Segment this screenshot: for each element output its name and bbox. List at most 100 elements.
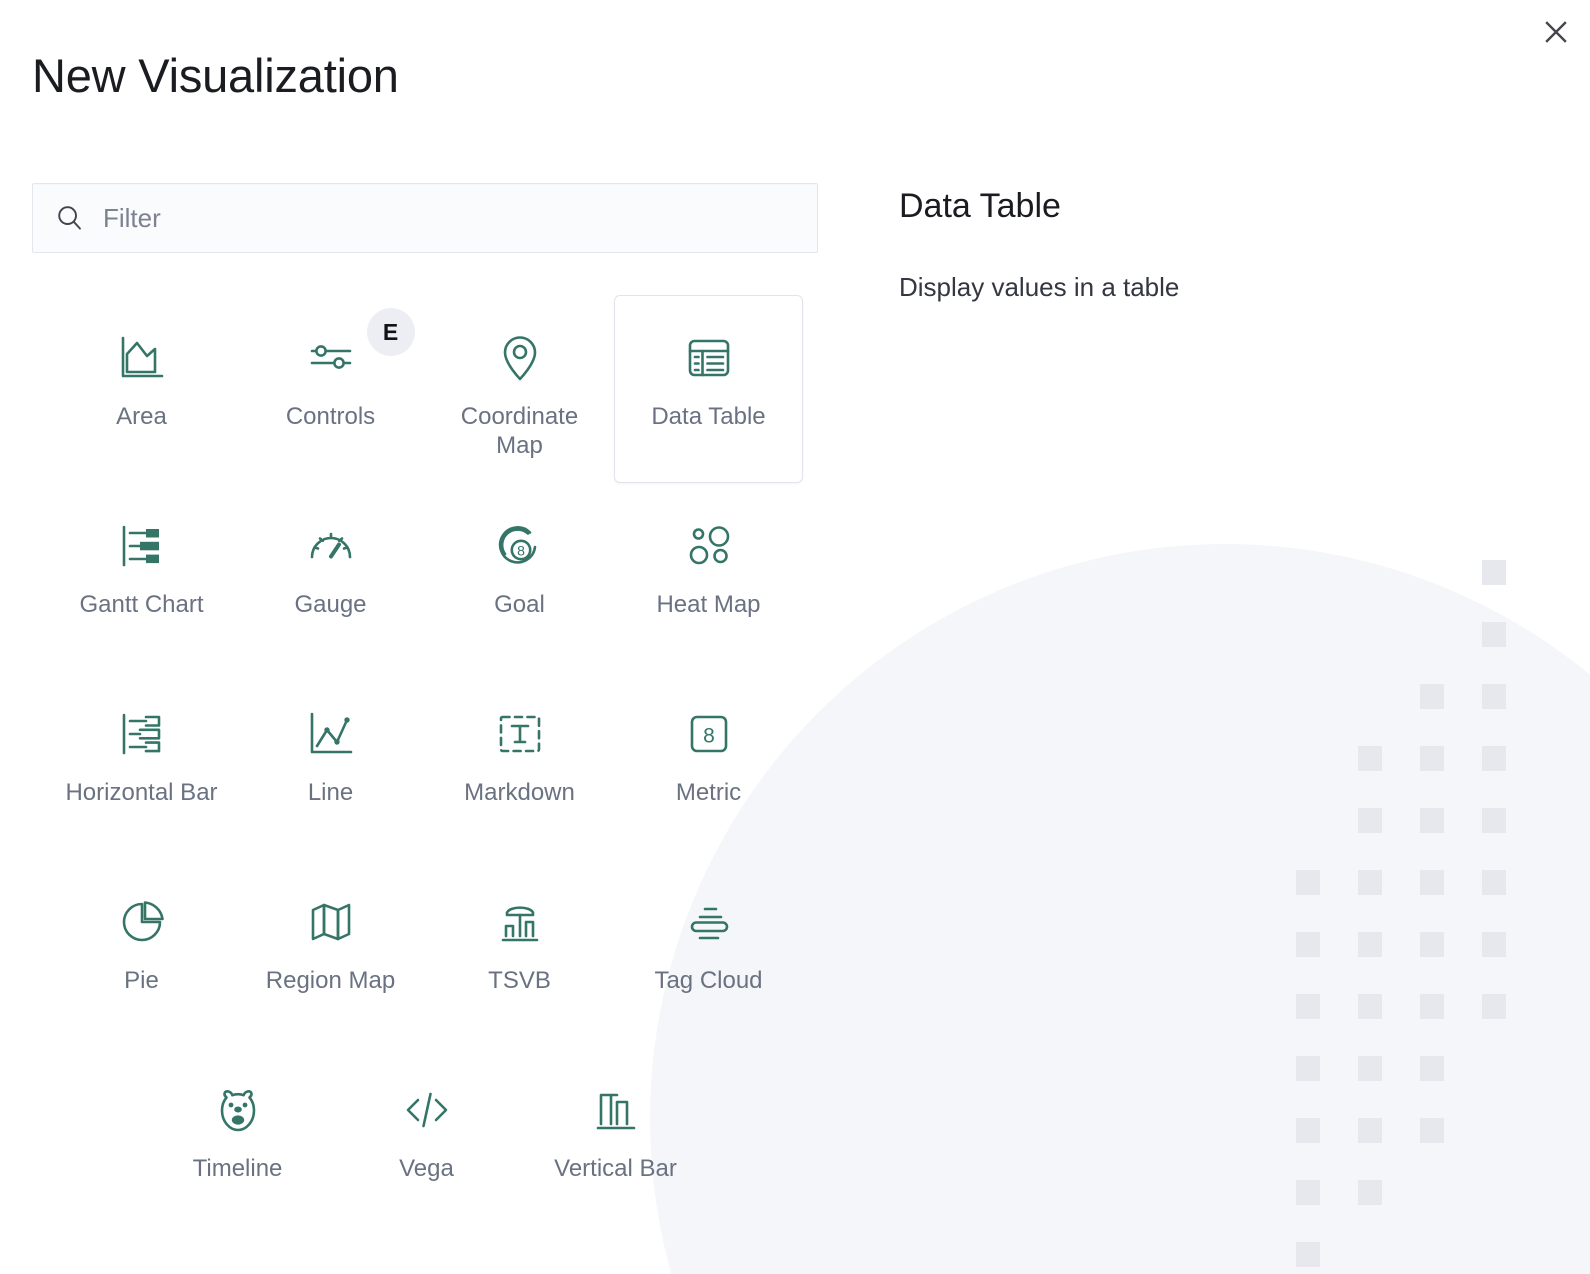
visualization-type-label: Pie <box>124 967 159 994</box>
decorative-square <box>1358 1180 1382 1205</box>
decorative-square <box>1358 1056 1382 1081</box>
sliders-icon: E <box>305 308 415 386</box>
decorative-square <box>1358 932 1382 957</box>
vertical-bar-icon <box>590 1082 642 1138</box>
tsvb-icon <box>494 894 546 950</box>
visualization-type-horizontal-bar[interactable]: Horizontal Bar <box>47 671 236 859</box>
search-input-wrapper[interactable] <box>32 183 818 253</box>
decorative-square <box>1420 1180 1444 1205</box>
decorative-square <box>1296 560 1320 585</box>
visualization-type-label: Goal <box>494 591 545 618</box>
visualization-type-vertical-bar[interactable]: Vertical Bar <box>521 1047 710 1235</box>
visualization-type-label: Gauge <box>294 591 367 618</box>
decorative-square <box>1296 994 1320 1019</box>
decorative-square <box>1296 622 1320 647</box>
visualization-type-heat-map[interactable]: Heat Map <box>614 483 803 671</box>
decorative-square <box>1296 1056 1320 1081</box>
decorative-square <box>1296 932 1320 957</box>
decorative-square <box>1358 994 1382 1019</box>
visualization-type-row: Pie Region Map TSVB Tag Cloud <box>47 859 805 1047</box>
visualization-type-goal[interactable]: 8 Goal <box>425 483 614 671</box>
markdown-text-icon <box>494 706 546 762</box>
decorative-dot-grid <box>1296 560 1544 1274</box>
visualization-type-markdown[interactable]: Markdown <box>425 671 614 859</box>
search-input[interactable] <box>103 202 795 234</box>
visualization-type-tsvb[interactable]: TSVB <box>425 859 614 1047</box>
visualization-type-metric[interactable]: 8 Metric <box>614 671 803 859</box>
decorative-square <box>1296 684 1320 709</box>
decorative-square <box>1420 994 1444 1019</box>
visualization-type-row: Area E Controls Coordinate Map Data Table <box>47 295 805 483</box>
decorative-square <box>1420 746 1444 771</box>
decorative-square <box>1296 1118 1320 1143</box>
decorative-square <box>1482 622 1506 647</box>
horizontal-bar-icon <box>116 706 168 762</box>
visualization-type-line[interactable]: Line <box>236 671 425 859</box>
detail-title: Data Table <box>899 187 1061 225</box>
heatmap-bubbles-icon <box>683 518 735 574</box>
visualization-type-region-map[interactable]: Region Map <box>236 859 425 1047</box>
decorative-square <box>1482 684 1506 709</box>
visualization-type-row: Timeline Vega Vertical Bar <box>47 1047 805 1235</box>
decorative-square <box>1420 684 1444 709</box>
decorative-square <box>1358 746 1382 771</box>
decorative-square <box>1482 870 1506 895</box>
visualization-type-timeline[interactable]: Timeline <box>143 1047 332 1235</box>
goal-icon: 8 <box>494 518 546 574</box>
visualization-type-tag-cloud[interactable]: Tag Cloud <box>614 859 803 1047</box>
decorative-square <box>1482 994 1506 1019</box>
detail-panel: Data Table Display values in a table <box>899 186 1459 305</box>
visualization-type-label: Timeline <box>192 1155 283 1182</box>
decorative-square <box>1420 560 1444 585</box>
svg-text:8: 8 <box>703 725 715 748</box>
table-icon <box>683 330 735 386</box>
decorative-square <box>1358 870 1382 895</box>
decorative-square <box>1482 746 1506 771</box>
visualization-type-controls[interactable]: E Controls <box>236 295 425 483</box>
visualization-type-row: Gantt Chart Gauge 8 Goal Heat Map <box>47 483 805 671</box>
visualization-type-grid: Area E Controls Coordinate Map Data Table Gan… <box>47 295 805 1235</box>
decorative-square <box>1482 1118 1506 1143</box>
decorative-square <box>1482 932 1506 957</box>
decorative-square <box>1482 1056 1506 1081</box>
bear-face-icon <box>212 1082 264 1138</box>
decorative-square <box>1420 870 1444 895</box>
line-chart-icon <box>305 706 357 762</box>
visualization-type-gantt-chart[interactable]: Gantt Chart <box>47 483 236 671</box>
decorative-square <box>1296 746 1320 771</box>
visualization-type-label: Vertical Bar <box>554 1155 677 1182</box>
decorative-square <box>1358 560 1382 585</box>
decorative-square <box>1482 808 1506 833</box>
decorative-square <box>1296 1242 1320 1267</box>
folded-map-icon <box>305 894 357 950</box>
visualization-type-label: Area <box>116 403 167 430</box>
decorative-square <box>1296 870 1320 895</box>
visualization-type-label: Heat Map <box>656 591 761 618</box>
visualization-type-label: Tag Cloud <box>654 967 763 994</box>
detail-description: Display values in a table <box>899 271 1180 302</box>
visualization-type-gauge[interactable]: Gauge <box>236 483 425 671</box>
visualization-type-coordinate-map[interactable]: Coordinate Map <box>425 295 614 483</box>
decorative-square <box>1482 1242 1506 1267</box>
visualization-type-label: Metric <box>675 779 742 806</box>
decorative-square <box>1358 684 1382 709</box>
visualization-type-data-table[interactable]: Data Table <box>614 295 803 483</box>
page-title: New Visualization <box>32 49 399 102</box>
search-icon <box>58 206 81 230</box>
decorative-square <box>1358 1242 1382 1267</box>
decorative-square <box>1420 1242 1444 1267</box>
code-brackets-icon <box>401 1082 453 1138</box>
visualization-type-label: Region Map <box>265 967 396 994</box>
decorative-square <box>1358 808 1382 833</box>
decorative-square <box>1482 1180 1506 1205</box>
decorative-square <box>1420 1056 1444 1081</box>
pie-chart-icon <box>116 894 168 950</box>
visualization-type-label: Vega <box>399 1155 454 1182</box>
decorative-square <box>1358 1118 1382 1143</box>
visualization-type-vega[interactable]: Vega <box>332 1047 521 1235</box>
tag-cloud-icon <box>683 894 735 950</box>
visualization-type-pie[interactable]: Pie <box>47 859 236 1047</box>
visualization-type-area[interactable]: Area <box>47 295 236 483</box>
decorative-square <box>1420 622 1444 647</box>
close-icon[interactable] <box>1534 10 1578 54</box>
